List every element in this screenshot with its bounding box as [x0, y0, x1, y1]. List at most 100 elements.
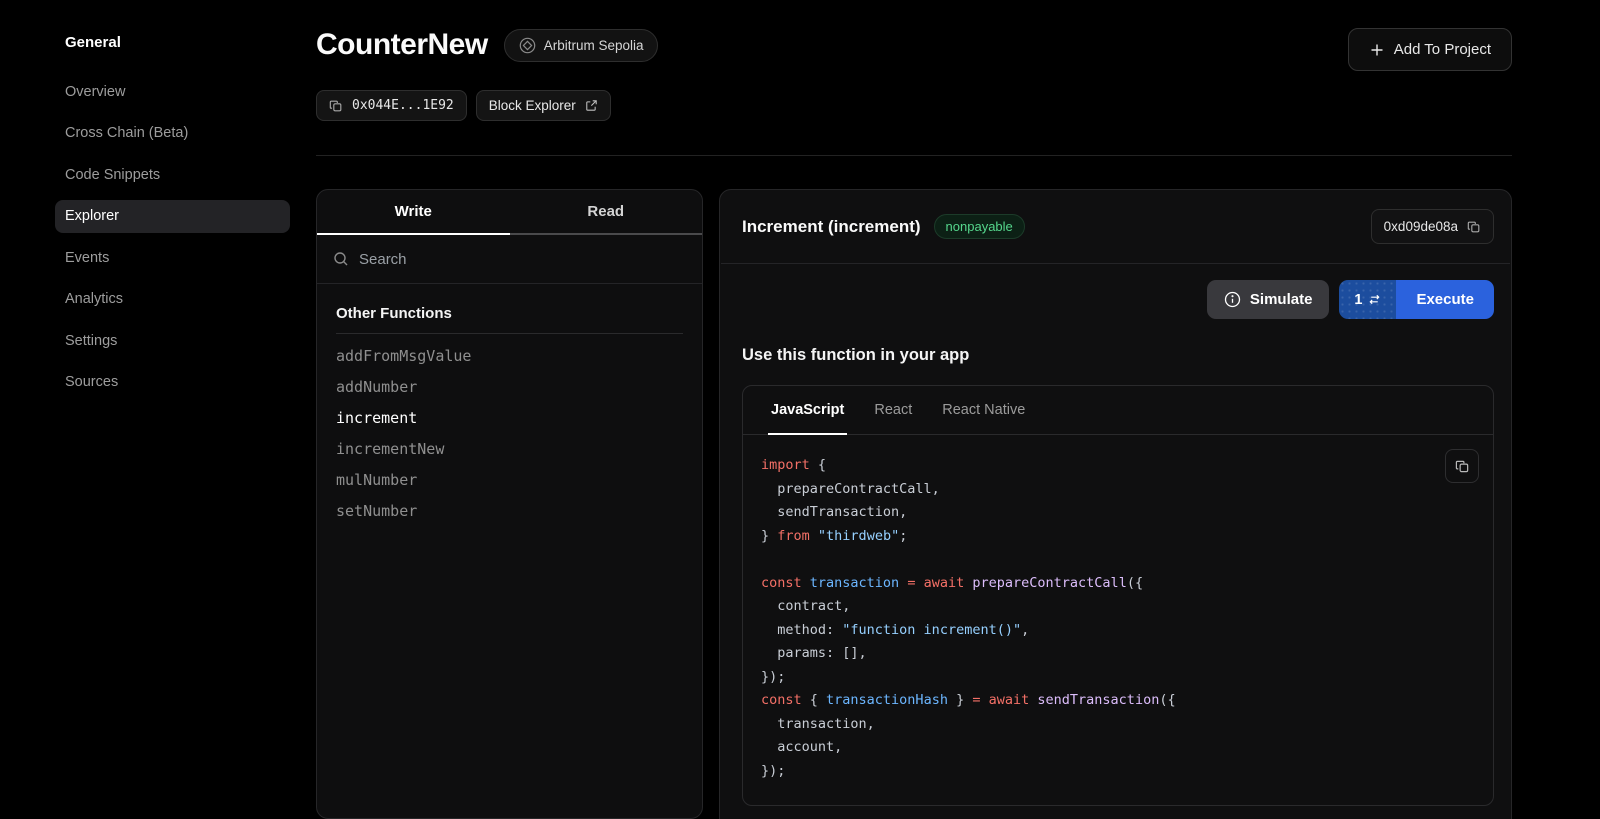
- mutability-badge: nonpayable: [934, 214, 1025, 239]
- block-explorer-button[interactable]: Block Explorer: [476, 90, 611, 121]
- main-content: CounterNew Arbitrum Sepolia Add To Proje…: [300, 0, 1600, 819]
- action-row: Simulate 1 Execute: [720, 264, 1511, 319]
- sidebar: General Overview Cross Chain (Beta) Code…: [0, 0, 300, 819]
- functions-section: Other Functions addFromMsgValue addNumbe…: [317, 284, 702, 526]
- code-line: const { transactionHash } = await sendTr…: [761, 689, 1475, 713]
- sidebar-item-events[interactable]: Events: [55, 241, 290, 274]
- function-list-item[interactable]: addFromMsgValue: [317, 340, 702, 371]
- code-line: sendTransaction,: [761, 501, 1475, 525]
- code-tab-react[interactable]: React: [859, 386, 927, 434]
- execute-button[interactable]: Execute: [1396, 280, 1494, 319]
- code-token: [802, 575, 810, 591]
- code-token: [980, 692, 988, 708]
- functions-list: addFromMsgValue addNumber increment incr…: [317, 340, 702, 526]
- code-line: params: [],: [761, 642, 1475, 666]
- code-token: from: [777, 528, 810, 544]
- function-name: incrementNew: [336, 440, 444, 458]
- search-input[interactable]: [359, 251, 686, 268]
- code-tab-react-native[interactable]: React Native: [927, 386, 1040, 434]
- sidebar-item-label: Explorer: [65, 208, 119, 224]
- function-name: increment: [336, 409, 417, 427]
- network-badge[interactable]: Arbitrum Sepolia: [504, 29, 659, 62]
- code-token: ({: [1159, 692, 1175, 708]
- sidebar-item-sources[interactable]: Sources: [55, 366, 290, 399]
- sidebar-item-label: Cross Chain (Beta): [65, 125, 188, 141]
- code-token: }: [761, 528, 777, 544]
- function-title: Increment (increment): [742, 217, 921, 237]
- code-token: });: [761, 763, 785, 779]
- code-token: transactionHash: [826, 692, 948, 708]
- tab-label: Write: [395, 203, 432, 220]
- code-token: {: [810, 457, 826, 473]
- code-line: });: [761, 666, 1475, 690]
- code-token: sendTransaction,: [761, 504, 907, 520]
- function-selector-label: 0xd09de08a: [1384, 219, 1458, 234]
- code-token: ({: [1127, 575, 1143, 591]
- tab-label: React Native: [942, 402, 1025, 418]
- function-name: addNumber: [336, 378, 417, 396]
- code-token: [915, 575, 923, 591]
- simulate-button[interactable]: Simulate: [1207, 280, 1330, 319]
- code-token: contract,: [761, 598, 850, 614]
- copy-code-button[interactable]: [1445, 449, 1479, 483]
- sidebar-item-overview[interactable]: Overview: [55, 75, 290, 108]
- sidebar-item-analytics[interactable]: Analytics: [55, 283, 290, 316]
- sidebar-item-code-snippets[interactable]: Code Snippets: [55, 158, 290, 191]
- sidebar-item-settings[interactable]: Settings: [55, 324, 290, 357]
- add-to-project-button[interactable]: Add To Project: [1348, 28, 1512, 71]
- function-list-item[interactable]: incrementNew: [317, 433, 702, 464]
- sidebar-item-label: Overview: [65, 84, 125, 100]
- sidebar-item-label: Settings: [65, 333, 117, 349]
- functions-panel: Write Read Other Functions addFromMsgVal…: [316, 189, 703, 819]
- code-line: });: [761, 760, 1475, 784]
- code-tab-javascript[interactable]: JavaScript: [756, 386, 859, 434]
- function-detail-header: Increment (increment) nonpayable 0xd09de…: [720, 190, 1511, 263]
- read-write-tabs: Write Read: [317, 190, 702, 235]
- sidebar-item-label: Events: [65, 250, 109, 266]
- copy-icon: [329, 99, 343, 113]
- title-group: CounterNew Arbitrum Sepolia: [316, 28, 658, 62]
- function-name: addFromMsgValue: [336, 347, 471, 365]
- tab-write[interactable]: Write: [317, 190, 510, 235]
- function-list-item[interactable]: setNumber: [317, 495, 702, 526]
- functions-section-divider: [336, 333, 683, 334]
- tab-read[interactable]: Read: [510, 190, 703, 235]
- code-token: transaction: [810, 575, 899, 591]
- header-divider: [316, 155, 1512, 156]
- sidebar-item-label: Analytics: [65, 291, 123, 307]
- code-token: sendTransaction: [1037, 692, 1159, 708]
- code-token: transaction,: [761, 716, 875, 732]
- address-row: 0x044E...1E92 Block Explorer: [316, 90, 1512, 121]
- code-token: "thirdweb": [818, 528, 899, 544]
- code-line: import {: [761, 454, 1475, 478]
- network-badge-label: Arbitrum Sepolia: [544, 38, 644, 53]
- function-title-group: Increment (increment) nonpayable: [742, 214, 1025, 239]
- function-list-item[interactable]: mulNumber: [317, 464, 702, 495]
- code-line: } from "thirdweb";: [761, 525, 1475, 549]
- sidebar-item-cross-chain-beta[interactable]: Cross Chain (Beta): [55, 117, 290, 150]
- sidebar-item-explorer[interactable]: Explorer: [55, 200, 290, 233]
- code-token: prepareContractCall: [972, 575, 1126, 591]
- code-token: ,: [1021, 622, 1029, 638]
- external-link-icon: [585, 99, 598, 112]
- execute-count-button[interactable]: 1: [1339, 280, 1396, 319]
- function-name: mulNumber: [336, 471, 417, 489]
- contract-address-label: 0x044E...1E92: [352, 98, 454, 113]
- execute-count-label: 1: [1354, 292, 1362, 308]
- code-token: {: [802, 692, 826, 708]
- sidebar-title: General: [65, 34, 300, 51]
- search-icon: [333, 251, 349, 267]
- tab-label: JavaScript: [771, 402, 844, 418]
- code-token: });: [761, 669, 785, 685]
- contract-address-button[interactable]: 0x044E...1E92: [316, 90, 467, 121]
- copy-icon: [1467, 220, 1481, 234]
- function-list-item[interactable]: addNumber: [317, 371, 702, 402]
- function-list-item[interactable]: increment: [317, 402, 702, 433]
- function-selector-button[interactable]: 0xd09de08a: [1371, 209, 1494, 244]
- code-snippet-box: JavaScript React React Native import { p…: [742, 385, 1494, 806]
- code-token: method:: [761, 622, 842, 638]
- code-token: const: [761, 692, 802, 708]
- sidebar-item-label: Sources: [65, 374, 118, 390]
- info-icon: [1224, 291, 1241, 308]
- code-line: account,: [761, 736, 1475, 760]
